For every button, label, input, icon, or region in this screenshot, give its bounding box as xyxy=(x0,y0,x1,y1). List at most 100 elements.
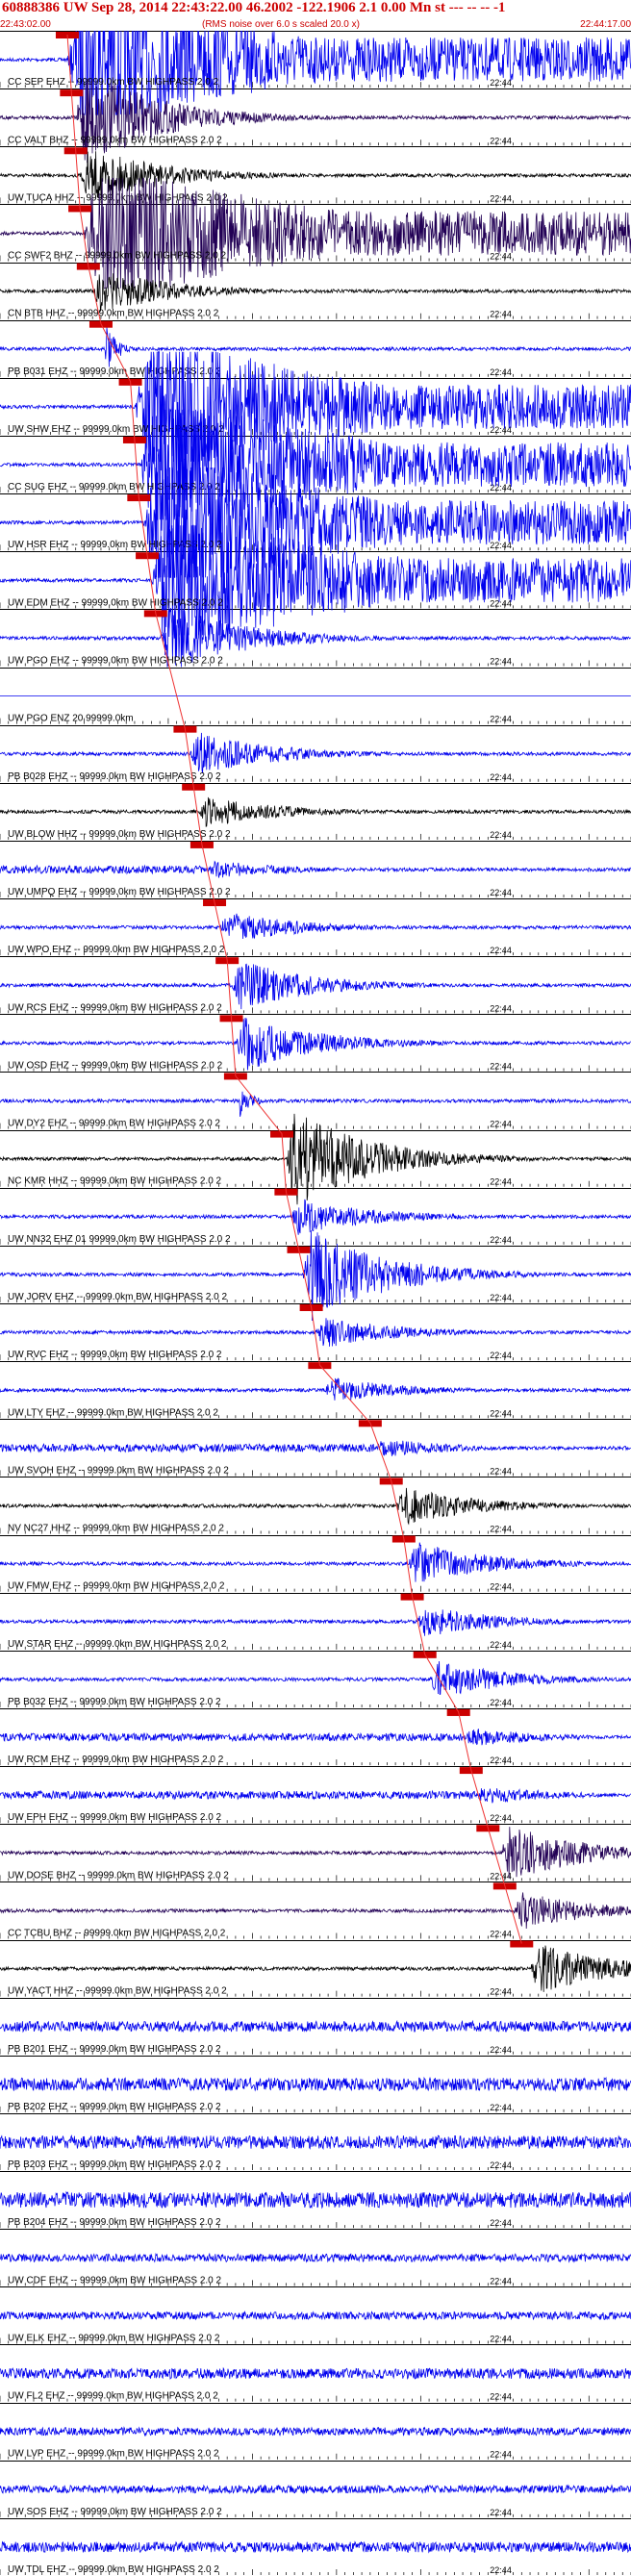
trace: 22:44 PB B202 EHZ -- 99999.0km BW HIGHPAS… xyxy=(0,2076,631,2112)
waveform xyxy=(0,273,631,312)
station-label: PB B031 EHZ -- 99999.0km BW HIGHPASS 2.0… xyxy=(8,366,221,377)
minute-mark-label: 22:44 xyxy=(490,1582,512,1592)
trace: 22:44 CN BTB HHZ -- 99999.0km BW HIGHPASS… xyxy=(0,263,631,319)
minute-mark-label: 22:44 xyxy=(490,78,512,88)
minute-mark-label: 22:44 xyxy=(490,1061,512,1071)
trace: 22:44 UW RVC EHZ -- 99999.0km BW HIGHPASS… xyxy=(0,1304,631,1361)
trace: 22:44 PB B028 EHZ -- 99999.0km BW HIGHPAS… xyxy=(0,725,631,782)
trace: 22:44 UW PGO ENZ 20 99999.0km xyxy=(0,695,631,724)
waveform xyxy=(0,1091,631,1117)
trace: 22:44UW DOSE BHZ -- 99999.0km BW HIGHPAS… xyxy=(0,1825,631,1881)
trace: 22:44 PB B201 EHZ -- 99999.0km BW HIGHPAS… xyxy=(0,2019,631,2055)
trace: 22:44 UW SOS EHZ -- 99999.0km BW HIGHPASS… xyxy=(0,2484,631,2517)
waveform xyxy=(0,2540,631,2554)
trace: 22:44 CC VALT BHZ -- 99999.0km BW HIGHPAS… xyxy=(0,78,631,164)
waveform xyxy=(0,1729,631,1746)
minute-mark-label: 22:44 xyxy=(490,2508,512,2517)
minute-mark-label: 22:44 xyxy=(490,2103,512,2112)
waveform xyxy=(0,2366,631,2381)
minute-mark-label: 22:44 xyxy=(490,2392,512,2402)
trace: 22:44 UW NN32 EHZ 01 99999.0km BW HIGHPAS… xyxy=(0,1188,631,1245)
minute-mark-label: 22:44 xyxy=(490,2450,512,2460)
trace: 22:44 UW WPO EHZ -- 99999.0km BW HIGHPASS… xyxy=(0,899,631,956)
trace: 22:44 UW EPH EHZ -- 99999.0km BW HIGHPASS… xyxy=(0,1767,631,1824)
station-label: UW DY2 EHZ -- 99999.0km BW HIGHPASS 2.0 … xyxy=(8,1119,220,1129)
event-title: 60888386 UW Sep 28, 2014 22:43:22.00 46.… xyxy=(2,0,506,15)
trace: 22:44 UW STAR EHZ -- 99999.0km BW HIGHPAS… xyxy=(0,1593,631,1650)
station-label: UW OSD EHZ -- 99999.0km BW HIGHPASS 2.0 … xyxy=(8,1060,223,1071)
waveform xyxy=(0,1609,631,1636)
minute-mark-label: 22:44 xyxy=(490,1698,512,1707)
trace: 22:44 UW TUCA HHZ -- 99999.0km BW HIGHPAS… xyxy=(0,147,631,204)
station-label: PB B032 EHZ -- 99999.0km BW HIGHPASS 2.0… xyxy=(8,1697,221,1707)
minute-mark-label: 22:44 xyxy=(490,1120,512,1129)
waveform xyxy=(0,732,631,773)
station-label: UW UMPQ EHZ -- 99999.0km BW HIGHPASS 2.0… xyxy=(8,887,231,897)
station-label: UW SHW EHZ -- 99999.0km BW HIGHPASS 2.0 … xyxy=(8,424,224,435)
station-label: CC TCBU BHZ -- 99999.0km BW HIGHPASS 2.0… xyxy=(8,1929,226,1939)
minute-mark-label: 22:44 xyxy=(490,193,512,203)
minute-mark-label: 22:44 xyxy=(490,1351,512,1360)
trace: 22:44 UW ELK EHZ -- 99999.0km BW HIGHPASS… xyxy=(0,2310,631,2344)
waveform xyxy=(0,860,631,878)
station-label: UW EPH EHZ -- 99999.0km BW HIGHPASS 2.0 … xyxy=(8,1812,222,1823)
minute-mark-label: 22:44 xyxy=(490,1525,512,1534)
station-label: CC SUG EHZ -- 99999.0km BW HIGHPASS 2.0 … xyxy=(8,482,220,492)
minute-mark-label: 22:44 xyxy=(490,715,512,724)
waveform xyxy=(0,2310,631,2321)
waveform xyxy=(0,327,631,367)
minute-mark-label: 22:44 xyxy=(490,136,512,145)
station-label: UW ELK EHZ -- 99999.0km BW HIGHPASS 2.0 … xyxy=(8,2333,220,2343)
start-time-label: 22:43:02.00 xyxy=(0,19,51,30)
station-label: UW CDF EHZ -- 99999.0km BW HIGHPASS 2.0 … xyxy=(8,2275,222,2286)
station-label: UW RCS EHZ -- 99999.0km BW HIGHPASS 2.0 … xyxy=(8,1002,222,1013)
station-label: UW RCM EHZ -- 99999.0km BW HIGHPASS 2.0 … xyxy=(8,1755,224,1765)
trace: 22:44CC SEP EHZ -- 99999.0km BW HIGHPASS… xyxy=(0,31,631,115)
trace: 22:44 UW CDF EHZ -- 99999.0km BW HIGHPASS… xyxy=(0,2252,631,2286)
waveform xyxy=(0,2019,631,2033)
station-label: PB B203 EHZ -- 99999.0km BW HIGHPASS 2.0… xyxy=(8,2159,221,2170)
station-label: UW NN32 EHZ 01 99999.0km BW HIGHPASS 2.0… xyxy=(8,1234,231,1245)
station-label: UW SOS EHZ -- 99999.0km BW HIGHPASS 2.0 … xyxy=(8,2507,222,2517)
waveform xyxy=(0,1542,631,1582)
waveform xyxy=(0,1660,631,1696)
trace: 22:44 UW BLOW HHZ -- 99999.0km BW HIGHPAS… xyxy=(0,783,631,840)
station-label: UW YACT HHZ -- 99999.0km BW HIGHPASS 2.0… xyxy=(8,1986,227,1997)
station-label: CN BTB HHZ -- 99999.0km BW HIGHPASS 2.0 … xyxy=(8,309,219,319)
station-label: NV NC27 HHZ -- 99999.0km BW HIGHPASS 2.0… xyxy=(8,1524,224,1534)
trace: 22:44 UW SVOH EHZ -- 99999.0km BW HIGHPAS… xyxy=(0,1420,631,1477)
minute-mark-label: 22:44 xyxy=(490,1177,512,1187)
trace: 22:44 CC TCBU BHZ -- 99999.0km BW HIGHPAS… xyxy=(0,1882,631,1939)
seismogram-plot: 22:44CC SEP EHZ -- 99999.0km BW HIGHPASS… xyxy=(0,31,631,2575)
minute-mark-label: 22:44 xyxy=(490,1003,512,1013)
waveform xyxy=(0,913,631,940)
trace: 22:44 UW OSD EHZ -- 99999.0km BW HIGHPASS… xyxy=(0,1015,631,1072)
station-label: UW STAR EHZ -- 99999.0km BW HIGHPASS 2.0… xyxy=(8,1639,227,1650)
minute-mark-label: 22:44 xyxy=(490,1755,512,1765)
trace: 22:44 UW FMW EHZ -- 99999.0km BW HIGHPASS… xyxy=(0,1535,631,1592)
minute-mark-label: 22:44 xyxy=(490,1235,512,1245)
station-label: UW SVOH EHZ -- 99999.0km BW HIGHPASS 2.0… xyxy=(8,1465,229,1476)
station-label: UW TDL EHZ -- 99999.0km BW HIGHPASS 2.0 … xyxy=(8,2564,219,2575)
trace: 22:44 UW RCM EHZ -- 99999.0km BW HIGHPASS… xyxy=(0,1708,631,1766)
waveform xyxy=(0,1199,631,1235)
minute-mark-label: 22:44 xyxy=(490,946,512,955)
minute-mark-label: 22:44 xyxy=(490,483,512,492)
station-label: UW LVP EHZ -- 99999.0km BW HIGHPASS 2.0 … xyxy=(8,2449,219,2460)
minute-mark-label: 22:44 xyxy=(490,2565,512,2575)
station-label: UW TUCA HHZ -- 99999.0km BW HIGHPASS 2.0… xyxy=(8,192,228,203)
station-label: PB B201 EHZ -- 99999.0km BW HIGHPASS 2.0… xyxy=(8,2044,221,2055)
station-label: NC KMR HHZ -- 99999.0km BW HIGHPASS 2.0 … xyxy=(8,1176,222,1187)
minute-mark-label: 22:44 xyxy=(490,367,512,377)
trace: 22:44 UW LVP EHZ -- 99999.0km BW HIGHPASS… xyxy=(0,2426,631,2460)
minute-mark-label: 22:44 xyxy=(490,830,512,840)
station-label: UW WPO EHZ -- 99999.0km BW HIGHPASS 2.0 … xyxy=(8,945,225,955)
station-label: CC SWF2 BHZ -- 99999.0km BW HIGHPASS 2.0… xyxy=(8,251,227,262)
station-label: UW DOSE BHZ -- 99999.0km BW HIGHPASS 2.0… xyxy=(8,1870,229,1881)
waveform xyxy=(0,2484,631,2495)
waveform xyxy=(0,1440,631,1456)
minute-mark-label: 22:44 xyxy=(490,1987,512,1997)
waveform xyxy=(0,2134,631,2150)
minute-mark-label: 22:44 xyxy=(490,252,512,262)
plot-header: 60888386 UW Sep 28, 2014 22:43:22.00 46.… xyxy=(0,0,631,31)
